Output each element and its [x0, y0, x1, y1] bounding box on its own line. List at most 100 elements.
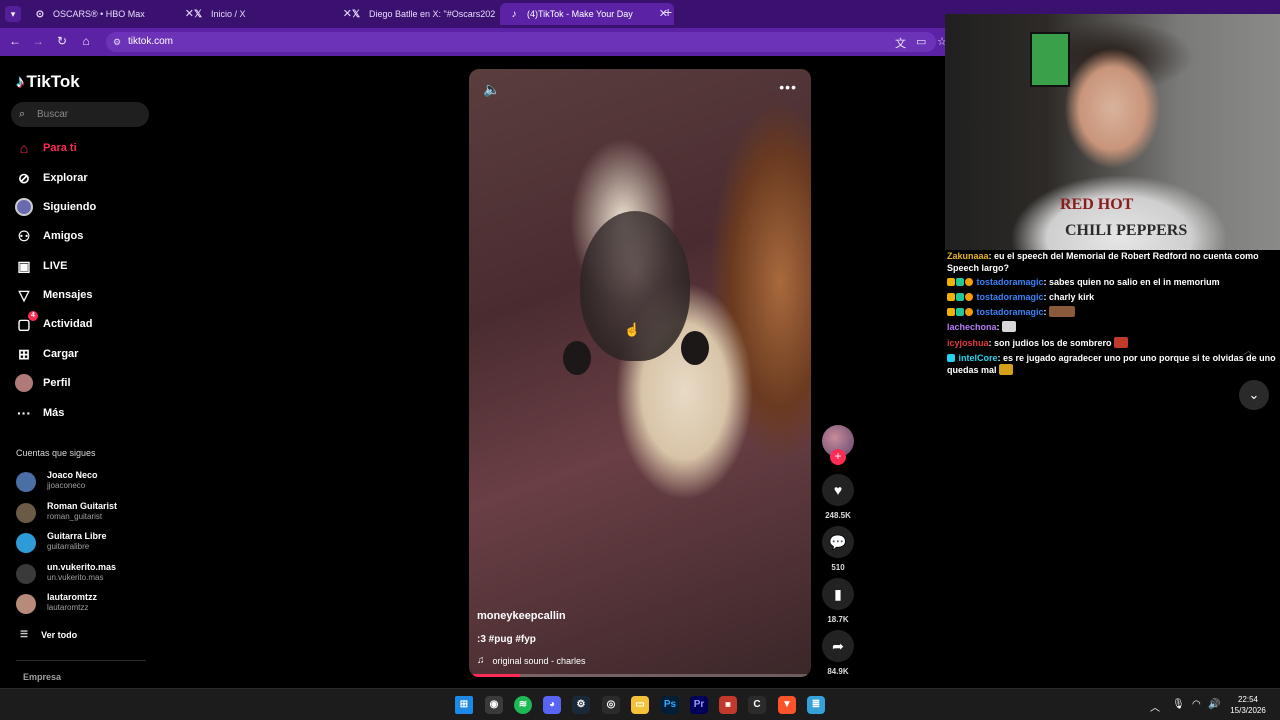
video-sound[interactable]: ♫ original sound - charles [477, 655, 586, 666]
avatar [16, 564, 36, 584]
crown-badge-icon [947, 293, 955, 301]
discord-icon[interactable]: ◕ [543, 696, 561, 714]
search-placeholder: Buscar [37, 109, 69, 120]
video-player[interactable]: 🔈 ••• ☝ moneykeepcallin :3 #pug #fyp ♫ o… [469, 69, 811, 677]
chat-username[interactable]: icyjoshua [947, 338, 989, 348]
microphone-icon[interactable]: 🎙 [1172, 699, 1185, 710]
hand-cursor-icon: ☝ [624, 322, 641, 337]
like-count: 248.5K [825, 511, 851, 520]
premiere-icon[interactable]: Pr [690, 696, 708, 714]
nav-actividad[interactable]: ▢ 4 Actividad [14, 311, 93, 335]
back-icon[interactable]: ← [7, 34, 23, 48]
browser-tab-active[interactable]: ♪ (4)TikTok - Make Your Day ✕ [500, 3, 674, 25]
bookmark-icon: ▮ [834, 585, 842, 602]
volume-icon[interactable]: 🔈 [483, 81, 500, 98]
save-button[interactable]: ▮ [822, 578, 854, 610]
chat-username[interactable]: tostadoramagic [977, 307, 1044, 317]
site-info-icon[interactable]: ⚙ [113, 32, 121, 52]
heart-icon: ♥ [833, 482, 843, 498]
volume-icon[interactable]: 🔊 [1208, 699, 1220, 710]
chevron-up-icon[interactable]: ︿ [1243, 342, 1254, 358]
photoshop-icon[interactable]: Ps [661, 696, 679, 714]
chat-username[interactable]: intelCore [959, 353, 998, 363]
chrome-icon[interactable]: ◉ [485, 696, 503, 714]
browser-tab[interactable]: 𝕏 Diego Batlle en X: "#Oscars202 ✕ [342, 3, 516, 25]
upload-icon: ⊞ [18, 345, 30, 362]
share-icon: ➦ [832, 637, 844, 654]
emote-icon [999, 364, 1014, 375]
app-icon[interactable]: C [748, 696, 766, 714]
browser-tab[interactable]: 𝕏 Inicio / X ✕ [184, 3, 358, 25]
home-icon[interactable]: ⌂ [78, 34, 94, 48]
comment-button[interactable]: 💬 [822, 526, 854, 558]
more-options-icon[interactable]: ••• [779, 79, 797, 95]
spotify-icon[interactable]: ≋ [514, 696, 532, 714]
coin-badge-icon [965, 293, 973, 301]
shirt-text-line2: CHILI PEPPERS [1065, 222, 1188, 239]
reload-icon[interactable]: ↻ [54, 34, 70, 48]
nav-cargar[interactable]: ⊞ Cargar [14, 343, 78, 365]
x-icon: 𝕏 [351, 8, 361, 20]
divider [16, 660, 146, 661]
emote-icon [1114, 337, 1129, 348]
chat-message: intelCore: es re jugado agradecer uno po… [947, 352, 1277, 376]
chat-username[interactable]: Zakunaaa [947, 251, 989, 261]
file-explorer-icon[interactable]: ▭ [631, 696, 649, 714]
activity-icon: ▢ 4 [14, 311, 38, 334]
avatar [16, 533, 36, 553]
nav-explorar[interactable]: ⊘ Explorar [14, 167, 88, 189]
wifi-icon[interactable]: ◠ [1192, 699, 1201, 710]
following-avatar-icon [14, 197, 34, 217]
nav-mensajes[interactable]: ▽ Mensajes [14, 284, 93, 306]
coin-badge-icon [965, 308, 973, 316]
chat-username[interactable]: tostadoramagic [977, 292, 1044, 302]
share-button[interactable]: ➦ [822, 630, 854, 662]
address-bar[interactable]: ⚙ tiktok.com [106, 32, 936, 52]
app-icon[interactable]: ▣ [719, 696, 737, 714]
chat-message: lachechona: [947, 321, 1277, 333]
windows-start-icon[interactable]: ⊞ [455, 696, 473, 714]
search-input[interactable]: ⌕ Buscar [11, 102, 149, 127]
nav-mas[interactable]: ··· Más [14, 402, 64, 424]
home-icon: ⌂ [19, 140, 29, 156]
sound-title: original sound - charles [492, 655, 586, 666]
cast-icon[interactable]: ▭ [916, 35, 926, 48]
nav-amigos[interactable]: ⚇ Amigos [14, 225, 84, 247]
nav-live[interactable]: ▣ LIVE [14, 255, 67, 277]
system-clock[interactable]: 22:54 15/3/2026 [1226, 694, 1270, 716]
obs-icon[interactable]: ◎ [602, 696, 620, 714]
emote-icon [1002, 321, 1017, 332]
account-handle: un.vukerito.mas [47, 573, 104, 582]
scroll-down-button[interactable]: ⌄ [1239, 380, 1269, 410]
see-all-link[interactable]: ☰ Ver todo [20, 629, 77, 640]
nav-para-ti[interactable]: ⌂ Para ti [14, 137, 77, 159]
tab-title: (4)TikTok - Make Your Day [527, 9, 633, 19]
video-frame-pug [580, 211, 690, 361]
chat-text: : charly kirk [1043, 292, 1095, 302]
tab-search-button[interactable]: ▾ [5, 6, 21, 22]
translate-icon[interactable]: 文 [895, 35, 906, 51]
forward-icon[interactable]: → [30, 34, 46, 48]
browser-tab[interactable]: ⊙ OSCARS® • HBO Max ✕ [26, 3, 200, 25]
tray-chevron-icon[interactable]: ︿ [1150, 699, 1160, 714]
notepad-icon[interactable]: ≣ [807, 696, 825, 714]
tab-title: OSCARS® • HBO Max [53, 9, 145, 19]
nav-siguiendo[interactable]: Siguiendo [14, 196, 96, 218]
like-button[interactable]: ♥ [822, 474, 854, 506]
new-tab-button[interactable]: + [664, 4, 672, 20]
shirt-text-line1: RED HOT [1060, 196, 1134, 213]
video-username[interactable]: moneykeepcallin [477, 610, 566, 622]
chat-message: icyjoshua: son judios los de sombrero [947, 337, 1277, 349]
video-description: :3 #pug #fyp [477, 634, 536, 645]
chat-username[interactable]: lachechona [947, 322, 997, 332]
nav-perfil[interactable]: Perfil [14, 372, 71, 394]
tiktok-logo[interactable]: ♪ TikTok [16, 72, 80, 92]
video-progress-bar[interactable] [473, 674, 807, 677]
footer-empresa-link[interactable]: Empresa [23, 672, 61, 682]
wall-poster [1030, 32, 1070, 87]
follow-plus-button[interactable]: + [830, 449, 846, 465]
brave-icon[interactable]: ▼ [778, 696, 796, 714]
chat-username[interactable]: tostadoramagic [977, 277, 1044, 287]
steam-icon[interactable]: ⚙ [572, 696, 590, 714]
emote-icon [1049, 306, 1076, 317]
